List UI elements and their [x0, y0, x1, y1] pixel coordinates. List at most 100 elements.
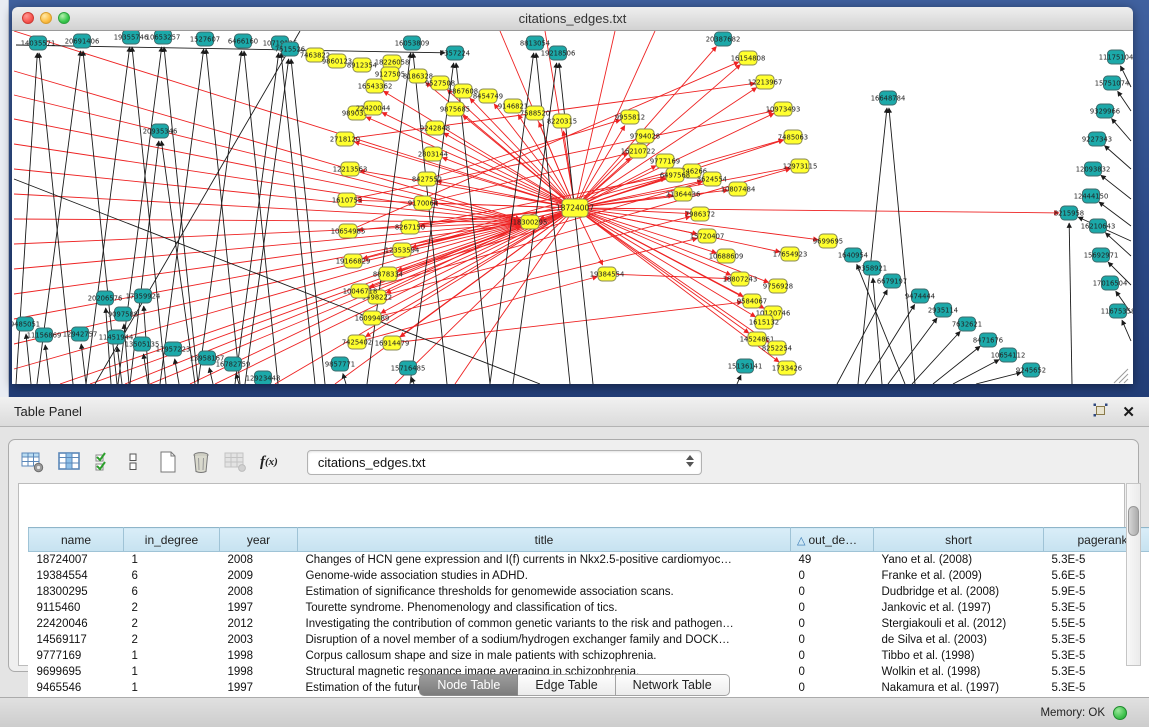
column-header-name[interactable]: name: [29, 528, 124, 552]
column-header-title[interactable]: title: [298, 528, 791, 552]
graph-node[interactable]: 17359924: [126, 289, 161, 303]
graph-node[interactable]: 12093832: [1076, 162, 1111, 176]
graph-node[interactable]: 20206576: [88, 291, 123, 305]
table-cell[interactable]: 6: [124, 584, 220, 600]
table-row[interactable]: 1456911722003Disruption of a novel membe…: [29, 632, 1149, 648]
graph-node[interactable]: 8813054: [520, 36, 550, 50]
graph-node[interactable]: 8220315: [547, 114, 577, 128]
graph-node[interactable]: 17016504: [1093, 276, 1128, 290]
table-cell[interactable]: 1998: [220, 648, 298, 664]
graph-node[interactable]: 12973115: [783, 159, 818, 173]
table-cell[interactable]: de Silva et al. (2003): [874, 632, 1044, 648]
float-panel-icon[interactable]: [1093, 403, 1108, 422]
graph-node[interactable]: 15751074: [1095, 76, 1130, 90]
graph-node[interactable]: 6679197: [877, 274, 907, 288]
column-settings-icon[interactable]: [58, 449, 81, 475]
graph-node[interactable]: 21364436: [666, 187, 701, 201]
resize-grip-icon[interactable]: [1119, 374, 1128, 383]
table-row[interactable]: 2242004622012Investigating the contribut…: [29, 616, 1149, 632]
table-cell[interactable]: 2: [124, 616, 220, 632]
graph-node[interactable]: 8471676: [973, 333, 1003, 347]
graph-node[interactable]: 15692971: [1084, 248, 1119, 262]
table-row[interactable]: 1830029562008Estimation of significance …: [29, 584, 1149, 600]
graph-node[interactable]: 17957223: [156, 342, 191, 356]
graph-node[interactable]: 16914479: [375, 336, 410, 350]
graph-node[interactable]: 6466160: [228, 34, 258, 48]
graph-node[interactable]: 1733426: [772, 361, 802, 375]
table-row[interactable]: 1872400712008Changes of HCN gene express…: [29, 552, 1149, 569]
graph-node[interactable]: 20387682: [706, 32, 741, 46]
graph-node[interactable]: 15720407: [690, 229, 725, 243]
graph-node[interactable]: 10973493: [766, 102, 801, 116]
table-cell[interactable]: Disruption of a novel member of a sodium…: [298, 632, 791, 648]
table-cell[interactable]: 0: [791, 648, 874, 664]
graph-node[interactable]: 10807484: [721, 182, 756, 196]
table-cell[interactable]: Stergiakouli et al. (2012): [874, 616, 1044, 632]
graph-node[interactable]: 2935114: [928, 303, 958, 317]
table-cell[interactable]: 9777169: [29, 648, 124, 664]
table-cell[interactable]: Changes of HCN gene expression and I(f) …: [298, 552, 791, 569]
graph-node[interactable]: 7357224: [440, 46, 470, 60]
graph-node[interactable]: 19166829: [336, 254, 371, 268]
graph-node[interactable]: 16053809: [395, 36, 430, 50]
graph-node[interactable]: 9875685: [440, 102, 470, 116]
graph-node[interactable]: 11675358: [1101, 304, 1133, 318]
graph-node[interactable]: 9329966: [1090, 104, 1120, 118]
graph-node[interactable]: 19384554: [590, 267, 625, 281]
table-cell[interactable]: 22420046: [29, 616, 124, 632]
graph-node[interactable]: 9857771: [325, 357, 355, 371]
table-cell[interactable]: Yano et al. (2008): [874, 552, 1044, 569]
table-cell[interactable]: Tourette syndrome. Phenomenology and cla…: [298, 600, 791, 616]
graph-node[interactable]: 9358921: [857, 261, 887, 275]
graph-node[interactable]: 1610755: [332, 193, 362, 207]
graph-node[interactable]: 9955812: [615, 110, 645, 124]
table-cell[interactable]: 0: [791, 584, 874, 600]
table-cell[interactable]: 1: [124, 648, 220, 664]
column-header-short[interactable]: short: [874, 528, 1044, 552]
table-cell[interactable]: 14569117: [29, 632, 124, 648]
close-panel-icon[interactable]: ✕: [1122, 405, 1135, 421]
graph-node[interactable]: 7485063: [778, 130, 808, 144]
scrollbar-thumb[interactable]: [1128, 506, 1139, 536]
graph-node[interactable]: 9756928: [763, 279, 793, 293]
function-builder-icon[interactable]: f(x): [260, 449, 278, 475]
table-settings-icon[interactable]: [21, 449, 45, 475]
table-cell[interactable]: 1997: [220, 600, 298, 616]
graph-node[interactable]: 9699695: [813, 234, 843, 248]
table-cell[interactable]: 0: [791, 632, 874, 648]
table-scrollbar[interactable]: [1126, 483, 1141, 666]
resize-grip-icon[interactable]: [1124, 379, 1128, 383]
graph-node[interactable]: 1640954: [838, 248, 868, 262]
graph-node[interactable]: 12213967: [748, 75, 783, 89]
table-row[interactable]: 911546021997Tourette syndrome. Phenomeno…: [29, 600, 1149, 616]
table-cell[interactable]: Estimation of significance thresholds fo…: [298, 584, 791, 600]
graph-node[interactable]: 2718120: [330, 132, 360, 146]
table-cell[interactable]: 18724007: [29, 552, 124, 569]
graph-node[interactable]: 19218506: [541, 46, 576, 60]
table-cell[interactable]: 18300295: [29, 584, 124, 600]
column-header-year[interactable]: year: [220, 528, 298, 552]
delete-table-icon[interactable]: [191, 449, 211, 475]
graph-node[interactable]: 9777169: [650, 154, 680, 168]
table-cell[interactable]: 49: [791, 552, 874, 569]
select-columns-icon[interactable]: [94, 449, 114, 475]
graph-node[interactable]: 10654112: [991, 348, 1026, 362]
graph-node[interactable]: 12923448: [246, 371, 281, 384]
graph-node[interactable]: 9474444: [905, 289, 935, 303]
create-table-icon[interactable]: [158, 449, 178, 475]
table-cell[interactable]: 2009: [220, 568, 298, 584]
table-cell[interactable]: 2008: [220, 584, 298, 600]
graph-node[interactable]: 9245652: [1016, 363, 1046, 377]
table-cell[interactable]: Dudbridge et al. (2008): [874, 584, 1044, 600]
tab-edge-table[interactable]: Edge Table: [518, 674, 615, 696]
table-cell[interactable]: 2008: [220, 552, 298, 569]
table-cell[interactable]: 2: [124, 600, 220, 616]
graph-node[interactable]: 16648784: [871, 91, 906, 105]
graph-node[interactable]: 1527607: [190, 32, 220, 46]
tab-node-table[interactable]: Node Table: [419, 674, 518, 696]
row-height-icon[interactable]: [127, 449, 139, 475]
graph-node[interactable]: 9227343: [1082, 132, 1112, 146]
graph-node[interactable]: 8878334: [373, 267, 403, 281]
graph-node[interactable]: 15136141: [728, 359, 763, 373]
table-cell[interactable]: 0: [791, 616, 874, 632]
